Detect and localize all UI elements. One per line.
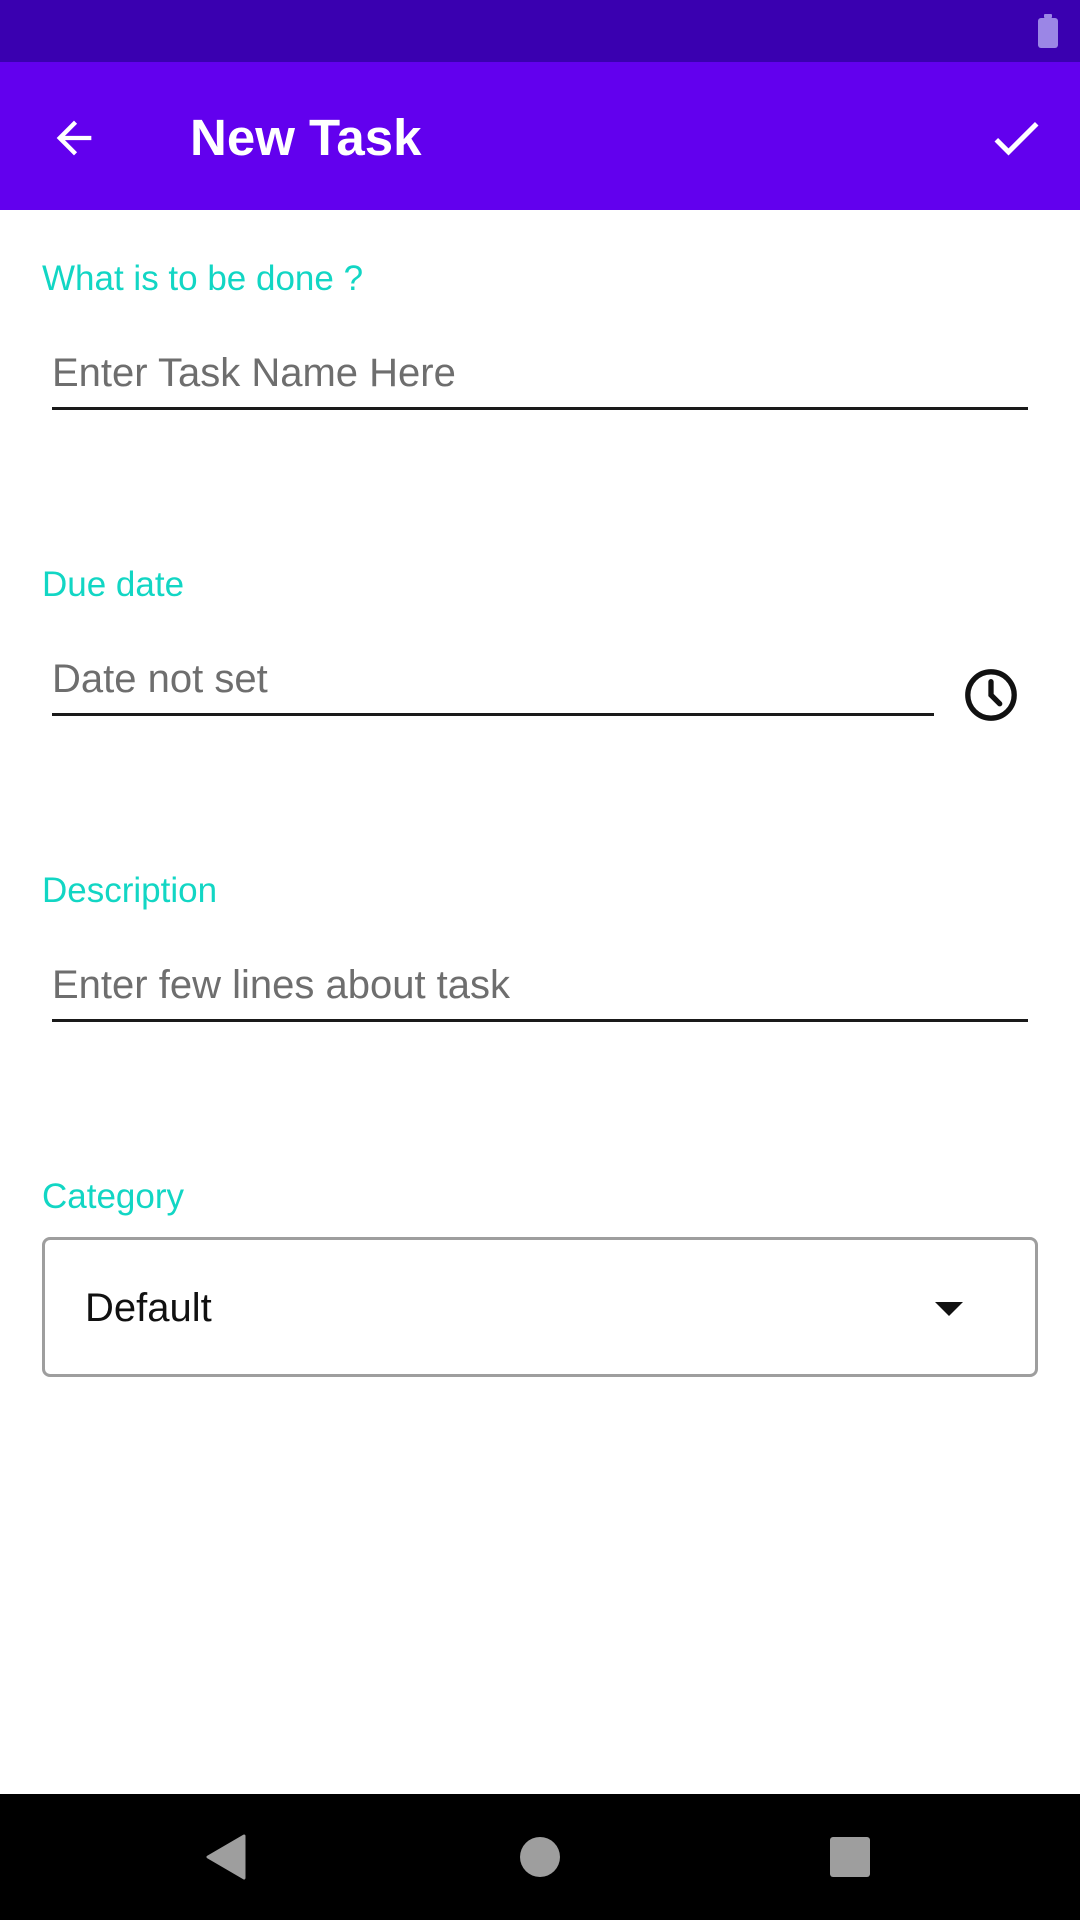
due-date-field [52, 646, 934, 716]
due-date-label: Due date [42, 565, 185, 604]
task-name-field [52, 340, 1028, 410]
clock-icon [965, 669, 1017, 721]
description-label: Description [42, 871, 218, 910]
system-nav-bar [0, 1794, 1080, 1920]
arrow-back-icon [56, 120, 92, 156]
nav-home-icon [520, 1837, 560, 1877]
nav-recents-icon [830, 1837, 870, 1877]
nav-recents-button[interactable] [820, 1827, 880, 1887]
due-date-input[interactable] [52, 646, 934, 713]
category-selected-value: Default [85, 1286, 212, 1330]
nav-home-button[interactable] [510, 1827, 570, 1887]
app-bar: New Task [0, 62, 1080, 210]
description-field [52, 952, 1028, 1022]
dropdown-arrow-icon [935, 1302, 963, 1316]
status-bar [0, 0, 1080, 62]
category-dropdown[interactable]: Default [42, 1237, 1038, 1377]
nav-back-icon [206, 1834, 246, 1880]
save-button[interactable] [976, 98, 1056, 178]
back-button[interactable] [36, 100, 112, 176]
checkmark-icon [994, 121, 1039, 156]
nav-back-button[interactable] [196, 1827, 256, 1887]
category-label: Category [42, 1177, 185, 1216]
page-title: New Task [190, 109, 422, 166]
battery-icon [1038, 14, 1058, 48]
pick-date-button[interactable] [960, 664, 1022, 726]
task-name-input[interactable] [52, 340, 1028, 407]
description-input[interactable] [52, 952, 1028, 1019]
task-name-label: What is to be done ? [42, 259, 364, 298]
